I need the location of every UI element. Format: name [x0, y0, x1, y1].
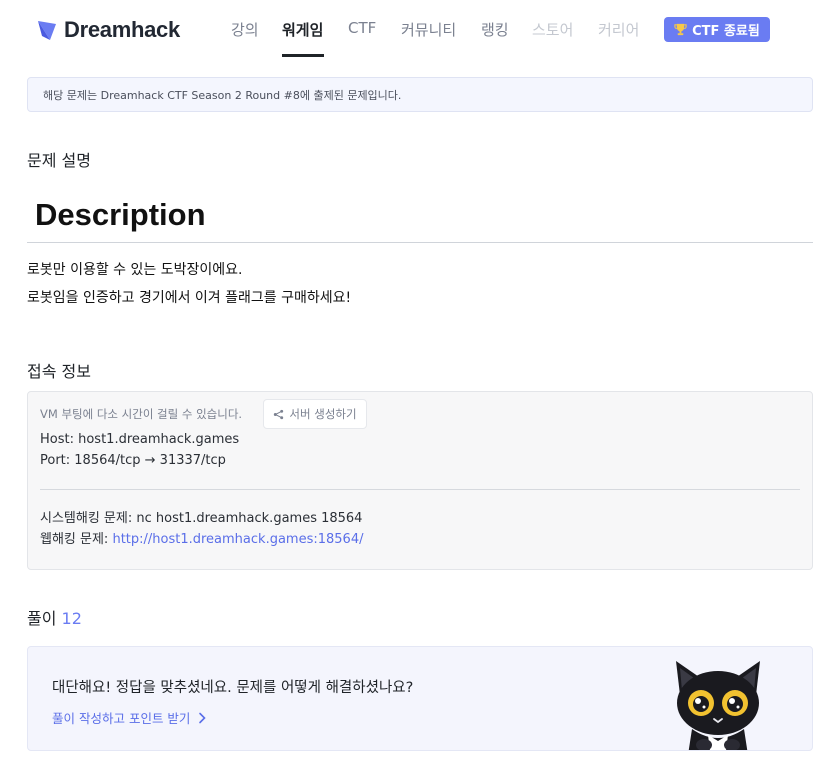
- description-line: 로봇임을 인증하고 경기에서 이겨 플래그를 구매하세요!: [27, 290, 352, 306]
- ctf-badge-label: CTF 종료됨: [692, 24, 760, 39]
- solution-prompt: 대단해요! 정답을 맞추셨네요. 문제를 어떻게 해결하셨나요?: [52, 680, 414, 696]
- create-server-label: 서버 생성하기: [289, 407, 357, 421]
- notice-text: 해당 문제는 Dreamhack CTF Season 2 Round #8에 …: [43, 88, 402, 102]
- nav-item-store[interactable]: 스토어: [532, 19, 573, 40]
- nav-item-lectures[interactable]: 강의: [231, 19, 259, 40]
- problem-section-title: 문제 설명: [27, 151, 91, 170]
- solutions-section-title: 풀이 12: [27, 605, 82, 629]
- ctf-ended-badge[interactable]: CTF 종료됨: [664, 17, 770, 42]
- nav-item-ctf[interactable]: CTF: [348, 19, 376, 37]
- web-hacking-link[interactable]: http://host1.dreamhack.games:18564/: [112, 532, 363, 547]
- connection-info-box: VM 부팅에 다소 시간이 걸릴 수 있습니다. 서버 생성하기 Host: h…: [27, 391, 813, 570]
- mascot-cat-icon: [676, 661, 760, 750]
- description-divider: [27, 242, 813, 243]
- connection-divider: [40, 489, 800, 490]
- dreamhack-logo-icon: [38, 21, 56, 40]
- write-solution-link[interactable]: 풀이 작성하고 포인트 받기: [52, 708, 207, 727]
- ctf-origin-notice: 해당 문제는 Dreamhack CTF Season 2 Round #8에 …: [27, 77, 813, 112]
- nav-item-wargame[interactable]: 워게임: [282, 19, 323, 40]
- system-hacking-info: 시스템해킹 문제: nc host1.dreamhack.games 18564: [40, 507, 362, 526]
- system-hacking-command[interactable]: nc host1.dreamhack.games 18564: [136, 511, 362, 526]
- create-server-button[interactable]: 서버 생성하기: [263, 399, 367, 429]
- web-hacking-info: 웹해킹 문제: http://host1.dreamhack.games:185…: [40, 528, 363, 547]
- description-heading: Description: [35, 197, 206, 232]
- system-hacking-label: 시스템해킹 문제:: [40, 511, 137, 526]
- top-header: Dreamhack 강의 워게임 CTF 커뮤니티 랭킹 스토어 커리어 CTF…: [0, 0, 838, 60]
- write-solution-card: 대단해요! 정답을 맞추셨네요. 문제를 어떻게 해결하셨나요? 풀이 작성하고…: [27, 646, 813, 751]
- share-icon: [274, 409, 284, 419]
- solutions-title-label: 풀이: [27, 609, 57, 628]
- trophy-icon: [674, 23, 687, 36]
- nav-item-ranking[interactable]: 랭킹: [481, 19, 509, 40]
- nav-item-career[interactable]: 커리어: [598, 19, 639, 40]
- logo-text: Dreamhack: [64, 17, 180, 42]
- nav-item-community[interactable]: 커뮤니티: [401, 19, 456, 40]
- active-tab-underline: [282, 54, 324, 57]
- chevron-right-icon: [199, 712, 207, 723]
- web-hacking-label: 웹해킹 문제:: [40, 532, 113, 547]
- solutions-count: 12: [61, 609, 82, 628]
- description-line: 로봇만 이용할 수 있는 도박장이에요.: [27, 262, 243, 278]
- vm-boot-note: VM 부팅에 다소 시간이 걸릴 수 있습니다.: [40, 407, 243, 421]
- write-solution-label: 풀이 작성하고 포인트 받기: [52, 711, 191, 726]
- port-info: Port: 18564/tcp → 31337/tcp: [40, 453, 226, 468]
- connection-section-title: 접속 정보: [27, 362, 91, 381]
- host-info: Host: host1.dreamhack.games: [40, 432, 240, 447]
- dreamhack-logo[interactable]: Dreamhack: [36, 17, 180, 43]
